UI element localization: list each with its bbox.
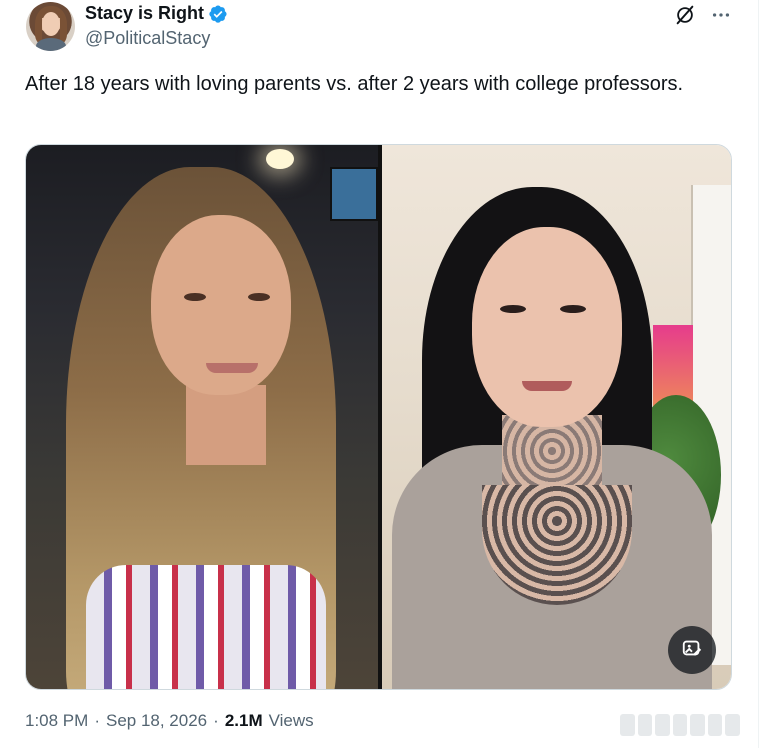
person-eye — [560, 305, 586, 313]
person-eye — [184, 293, 206, 301]
meta-separator: · — [213, 711, 219, 730]
photo-edit-icon — [681, 637, 703, 664]
tweet-meta: 1:08 PM · Sep 18, 2026 · 2.1M Views — [25, 711, 314, 731]
background-tv — [330, 167, 378, 221]
verified-badge-icon[interactable] — [208, 4, 228, 24]
author-handle[interactable]: @PoliticalStacy — [85, 28, 210, 49]
tweet-date[interactable]: Sep 18, 2026 — [106, 711, 207, 731]
avatar-face — [42, 12, 60, 36]
avatar[interactable] — [26, 2, 75, 51]
tweet: Stacy is Right @PoliticalStacy After 18 … — [0, 0, 759, 748]
person-eye — [500, 305, 526, 313]
tweet-top-actions — [674, 4, 732, 26]
meta-separator: · — [94, 711, 100, 730]
tweet-time[interactable]: 1:08 PM — [25, 711, 88, 731]
person-mouth — [206, 363, 258, 373]
tweet-text: After 18 years with loving parents vs. a… — [25, 73, 684, 95]
views-label: Views — [268, 711, 314, 730]
person-eye — [248, 293, 270, 301]
views-count: 2.1M — [224, 711, 263, 730]
person-shirt — [86, 565, 326, 689]
person-neck — [186, 385, 266, 465]
person-face — [472, 227, 622, 427]
background-light — [266, 149, 294, 169]
more-icon[interactable] — [710, 4, 732, 26]
tweet-media[interactable] — [25, 144, 732, 690]
grok-icon[interactable] — [674, 4, 696, 26]
author-name-row: Stacy is Right — [85, 3, 228, 24]
photo-right[interactable] — [382, 145, 731, 689]
obscured-region — [620, 714, 741, 736]
author-display-name[interactable]: Stacy is Right — [85, 3, 204, 24]
photo-edit-button[interactable] — [668, 626, 716, 674]
avatar-shirt — [36, 38, 66, 51]
photo-left[interactable] — [26, 145, 378, 689]
person-mouth — [522, 381, 572, 391]
